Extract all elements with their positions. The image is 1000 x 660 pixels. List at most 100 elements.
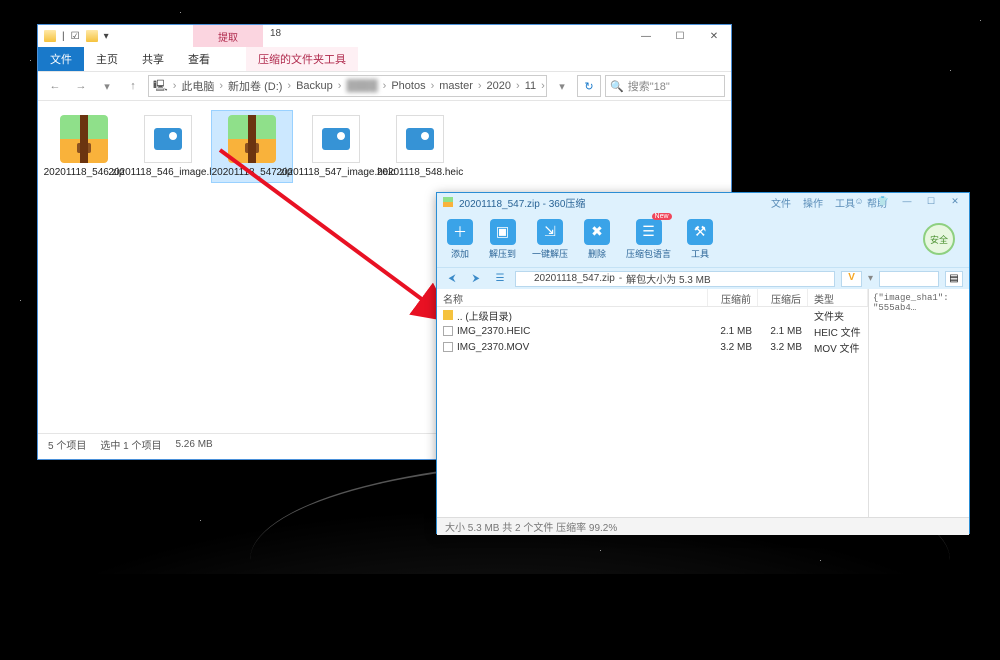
zip-path-info: 解包大小为 5.3 MB: [626, 271, 710, 286]
list-item[interactable]: IMG_2370.MOV3.2 MB3.2 MBMOV 文件: [437, 339, 868, 355]
window-title: 18: [270, 28, 281, 39]
crumb[interactable]: master: [439, 80, 473, 92]
row-type: HEIC 文件: [808, 324, 868, 339]
oneclick-extract-button[interactable]: ⇲一键解压: [532, 219, 568, 260]
file-item[interactable]: 20201118_547_image.heic: [296, 111, 376, 182]
crumb-dropdown-icon[interactable]: ▾: [551, 75, 573, 97]
row-name: IMG_2370.HEIC: [457, 326, 530, 337]
folder-icon: [443, 310, 453, 320]
image-icon: [396, 115, 444, 163]
feedback-icon[interactable]: ☺: [847, 193, 871, 209]
scan-button[interactable]: ☰压缩包语言: [626, 219, 671, 260]
row-name: IMG_2370.MOV: [457, 342, 529, 353]
qat-check-icon[interactable]: ☑: [71, 31, 80, 42]
pc-icon: 🖳: [153, 77, 168, 96]
nav-up-button[interactable]: ↑: [122, 75, 144, 97]
zip-path-bar[interactable]: 20201118_547.zip - 解包大小为 5.3 MB: [515, 271, 835, 287]
zip-window-title: 20201118_547.zip - 360压缩: [459, 195, 585, 210]
close-button[interactable]: ✕: [943, 193, 967, 209]
row-before: 2.1 MB: [708, 326, 758, 337]
row-before: 3.2 MB: [708, 342, 758, 353]
file-icon: [443, 326, 453, 336]
col-before[interactable]: 压缩前: [708, 289, 758, 306]
file-item[interactable]: 20201118_546_image.heic: [128, 111, 208, 182]
nav-back-button[interactable]: ←: [44, 75, 66, 97]
zip-titlebar: 20201118_547.zip - 360压缩 文件 操作 工具 帮助 ☺ 👕…: [437, 193, 969, 211]
row-after: 2.1 MB: [758, 326, 808, 337]
add-button[interactable]: ＋添加: [447, 219, 473, 260]
image-icon: [312, 115, 360, 163]
list-item[interactable]: .. (上级目录) 文件夹: [437, 307, 868, 323]
row-name: .. (上级目录): [457, 308, 512, 323]
folder-icon[interactable]: [86, 30, 98, 42]
qat-divider: |: [62, 31, 65, 42]
search-input[interactable]: 🔍 搜索"18": [605, 75, 725, 97]
file-icon: [443, 342, 453, 352]
menu-file[interactable]: 文件: [771, 195, 791, 210]
file-name: 20201118_546_image.heic: [108, 167, 227, 178]
col-name[interactable]: 名称: [437, 289, 708, 306]
sidebar-toggle-icon[interactable]: ▤: [945, 271, 963, 287]
delete-button[interactable]: ✖删除: [584, 219, 610, 260]
zip-app-icon: [443, 197, 453, 207]
crumb[interactable]: 2020: [487, 80, 511, 92]
row-type: MOV 文件: [808, 340, 868, 355]
col-type[interactable]: 类型: [808, 289, 868, 306]
status-size: 5.26 MB: [175, 439, 212, 450]
zip-side-panel: {"image_sha1": "555ab4…: [869, 289, 969, 517]
minimize-button[interactable]: —: [629, 25, 663, 47]
row-after: 3.2 MB: [758, 342, 808, 353]
folder-icon: [44, 30, 56, 42]
tab-file[interactable]: 文件: [38, 47, 84, 71]
qat-dropdown-icon[interactable]: ▾: [104, 31, 109, 42]
image-icon: [144, 115, 192, 163]
breadcrumb[interactable]: 🖳› 此电脑› 新加卷 (D:)› Backup› ████› Photos› …: [148, 75, 547, 97]
nav-forward-button[interactable]: →: [70, 75, 92, 97]
tab-zip-tools[interactable]: 压缩的文件夹工具: [246, 47, 358, 71]
list-item[interactable]: IMG_2370.HEIC2.1 MB2.1 MBHEIC 文件: [437, 323, 868, 339]
tab-view[interactable]: 查看: [176, 47, 222, 71]
extract-button[interactable]: ▣解压到: [489, 219, 516, 260]
crumb[interactable]: 新加卷 (D:): [228, 78, 282, 94]
search-placeholder: 搜索"18": [628, 78, 670, 94]
zip-path-file: 20201118_547.zip: [534, 273, 615, 284]
crumb-redacted: ████: [346, 80, 377, 92]
zip-file-list[interactable]: 名称 压缩前 压缩后 类型 .. (上级目录) 文件夹 IMG_2370.HEIC 2…: [437, 289, 869, 517]
row-type: 文件夹: [808, 308, 868, 323]
ribbon-tabs: 文件 主页 共享 查看 压缩的文件夹工具: [38, 47, 731, 71]
ribbon-context-tab[interactable]: 提取: [193, 25, 263, 47]
refresh-button[interactable]: ↻: [577, 75, 601, 97]
nav-forward-button[interactable]: ⮞: [467, 271, 485, 287]
file-name: 20201118_548.heic: [377, 167, 463, 178]
crumb[interactable]: 11: [525, 80, 536, 92]
status-selected: 选中 1 个项目: [100, 437, 161, 452]
tab-share[interactable]: 共享: [130, 47, 176, 71]
maximize-button[interactable]: ☐: [663, 25, 697, 47]
maximize-button[interactable]: ☐: [919, 193, 943, 209]
chevron-down-icon[interactable]: ▾: [868, 273, 873, 284]
zip-window: 20201118_547.zip - 360压缩 文件 操作 工具 帮助 ☺ 👕…: [436, 192, 970, 534]
skin-icon[interactable]: 👕: [871, 193, 895, 209]
nav-recent-button[interactable]: ▾: [96, 75, 118, 97]
minimize-button[interactable]: —: [895, 193, 919, 209]
tab-home[interactable]: 主页: [84, 47, 130, 71]
crumb[interactable]: Backup: [296, 80, 333, 92]
nav-back-button[interactable]: ⮜: [443, 271, 461, 287]
col-after[interactable]: 压缩后: [758, 289, 808, 306]
zip-icon: [228, 115, 276, 163]
address-bar-row: ← → ▾ ↑ 🖳› 此电脑› 新加卷 (D:)› Backup› ████› …: [38, 71, 731, 101]
status-count: 5 个项目: [48, 437, 86, 452]
file-item[interactable]: 20201118_548.heic: [380, 111, 460, 182]
menu-operation[interactable]: 操作: [803, 195, 823, 210]
zip-icon: [60, 115, 108, 163]
safe-badge: 安全: [923, 223, 955, 255]
crumb[interactable]: 此电脑: [181, 78, 214, 94]
v-badge[interactable]: V: [841, 271, 862, 287]
close-button[interactable]: ✕: [697, 25, 731, 47]
crumb[interactable]: Photos: [391, 80, 425, 92]
list-header: 名称 压缩前 压缩后 类型: [437, 289, 868, 307]
search-icon: 🔍: [610, 80, 624, 93]
view-list-icon[interactable]: ☰: [491, 271, 509, 287]
zip-search-input[interactable]: [879, 271, 939, 287]
tools-button[interactable]: ⚒工具: [687, 219, 713, 260]
